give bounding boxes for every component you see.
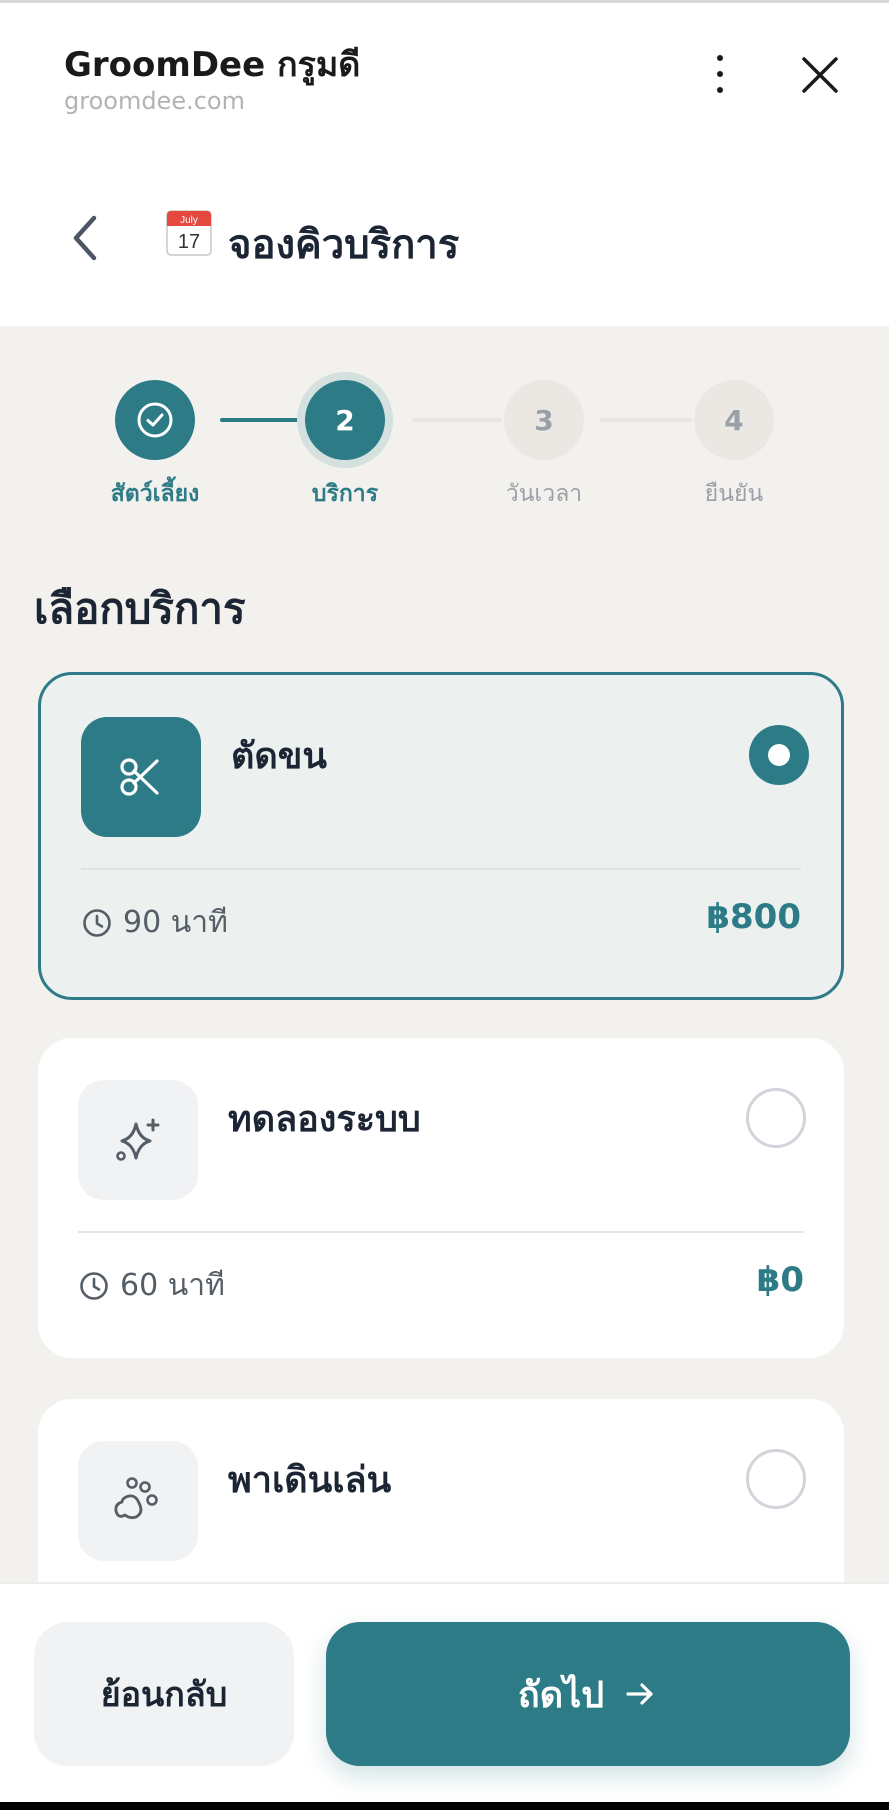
calendar-day: 17	[178, 231, 200, 253]
arrow-right-icon	[626, 1683, 653, 1705]
browser-header: GroomDee กรูมดี groomdee.com	[0, 3, 889, 128]
stepper-line-2	[412, 418, 502, 422]
paw-icon	[78, 1441, 198, 1561]
service-card-walk[interactable]: พาเดินเล่น	[38, 1399, 844, 1582]
stepper-line-3	[600, 418, 692, 422]
scissors-icon	[81, 717, 201, 837]
back-button[interactable]: ย้อนกลับ	[34, 1622, 294, 1766]
card-divider	[78, 1231, 804, 1233]
back-button-label: ย้อนกลับ	[100, 1675, 228, 1715]
step-3-circle[interactable]: 3	[504, 380, 584, 460]
next-button[interactable]: ถัดไป	[326, 1622, 850, 1766]
service-radio[interactable]	[746, 1088, 806, 1148]
step-2-label: บริการ	[311, 481, 379, 507]
next-button-label: ถัดไป	[517, 1674, 605, 1716]
step-1-label: สัตว์เลี้ยง	[110, 481, 200, 507]
calendar-icon: July 17	[166, 208, 212, 256]
clock-icon	[80, 1271, 108, 1300]
service-name: พาเดินเล่น	[228, 1460, 392, 1501]
step-1-check-icon[interactable]	[115, 380, 195, 460]
duration-text: 90 นาที	[123, 905, 228, 940]
service-card-grooming[interactable]: ตัดขน 90 นาที ฿800	[38, 672, 844, 1000]
step-4-circle[interactable]: 4	[694, 380, 774, 460]
service-duration: 60 นาที	[78, 1262, 225, 1309]
kebab-menu-icon[interactable]	[700, 51, 740, 97]
main-content: 2 3 4 สัตว์เลี้ยง บริการ วันเวลา ยืนยัน …	[0, 326, 889, 1582]
booking-page: GroomDee กรูมดี groomdee.com July 17 จอง…	[0, 0, 889, 1810]
stepper-line-1	[220, 418, 302, 422]
section-title: เลือกบริการ	[34, 584, 246, 633]
site-title: GroomDee กรูมดี	[64, 45, 361, 85]
step-4-label: ยืนยัน	[704, 481, 764, 507]
duration-text: 60 นาที	[120, 1268, 225, 1303]
clock-icon	[83, 908, 111, 937]
service-radio-selected[interactable]	[749, 725, 809, 785]
sparkles-icon	[78, 1080, 198, 1200]
step-3-label: วันเวลา	[505, 481, 583, 507]
card-divider	[81, 868, 801, 870]
site-url: groomdee.com	[64, 87, 245, 115]
step-2-circle[interactable]: 2	[305, 380, 385, 460]
service-duration: 90 นาที	[81, 899, 228, 946]
page-header: July 17 จองคิวบริการ	[0, 128, 889, 326]
close-icon[interactable]	[794, 49, 846, 101]
service-name: ทดลองระบบ	[228, 1099, 421, 1140]
back-chevron-icon[interactable]	[60, 208, 110, 268]
service-card-trial[interactable]: ทดลองระบบ 60 นาที ฿0	[38, 1038, 844, 1358]
page-title: จองคิวบริการ	[228, 222, 460, 268]
bottom-action-bar: ย้อนกลับ ถัดไป	[0, 1582, 889, 1802]
service-price: ฿0	[756, 1260, 804, 1300]
bottom-edge	[0, 1802, 889, 1810]
service-name: ตัดขน	[231, 736, 327, 777]
service-radio[interactable]	[746, 1449, 806, 1509]
service-price: ฿800	[706, 897, 801, 937]
calendar-month: July	[180, 215, 198, 226]
